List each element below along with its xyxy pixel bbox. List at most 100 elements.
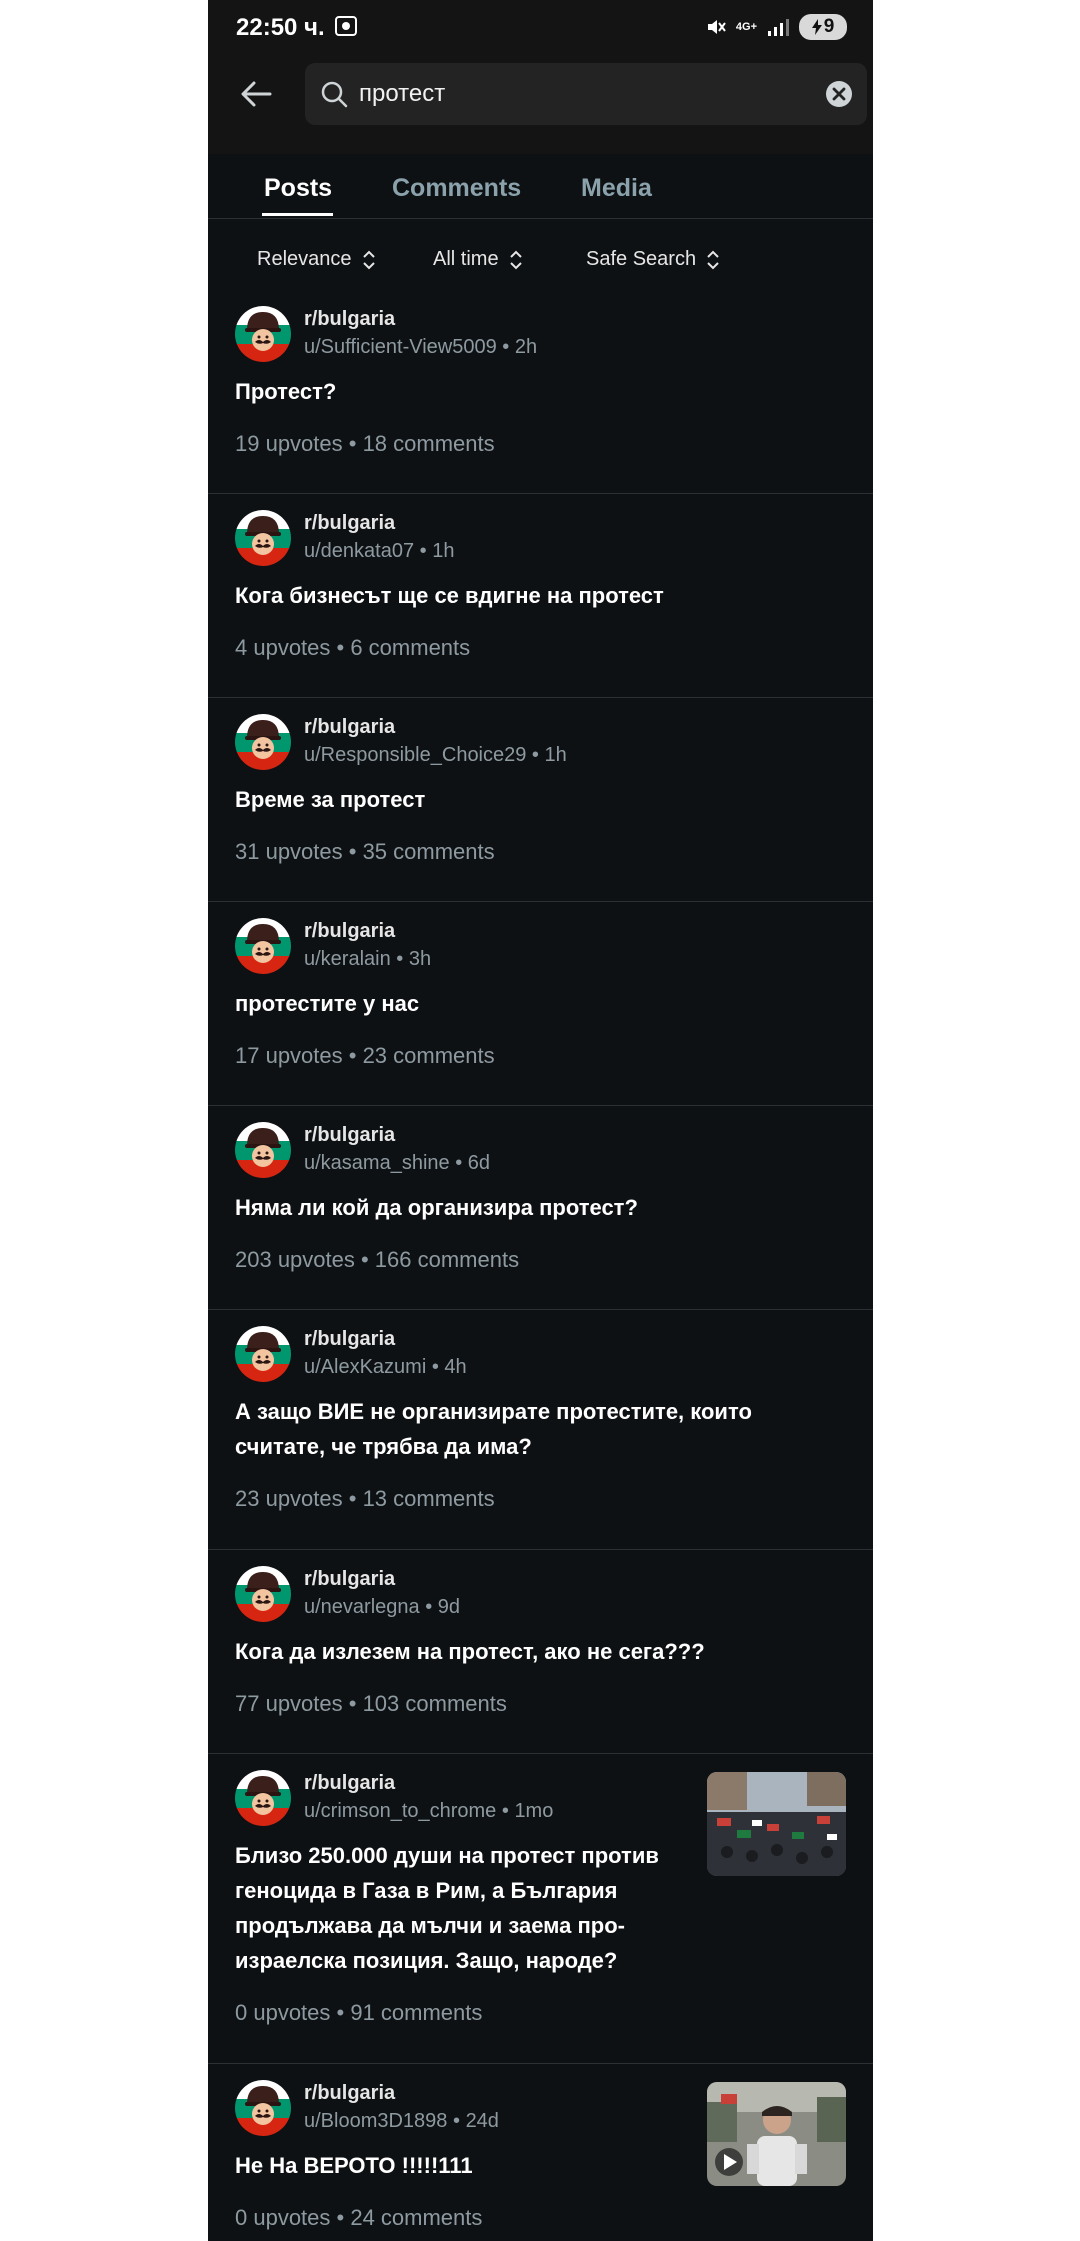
charging-icon: [811, 19, 822, 35]
post-item[interactable]: r/bulgaria u/Sufficient-View5009 • 2h Прот…: [208, 290, 873, 494]
post-age: 6d: [467, 1152, 491, 1174]
post-item[interactable]: r/bulgaria u/Bloom3D1898 • 24d Не На ВЕРОТ…: [208, 2064, 873, 2241]
post-item[interactable]: r/bulgaria u/keralain • 3h протестите у на…: [208, 902, 873, 1106]
post-subreddit[interactable]: r/bulgaria: [304, 920, 395, 943]
tab-comments[interactable]: Comments: [392, 174, 521, 203]
post-subreddit[interactable]: r/bulgaria: [304, 1124, 395, 1147]
post-author[interactable]: u/denkata07: [304, 540, 414, 562]
post-age: 1mo: [514, 1800, 554, 1822]
post-subreddit[interactable]: r/bulgaria: [304, 1772, 395, 1795]
post-author[interactable]: u/crimson_to_chrome: [304, 1800, 496, 1822]
post-meta: u/nevarlegna • 9d: [304, 1596, 460, 1619]
time-filter[interactable]: All time: [433, 248, 523, 271]
meta-separator: •: [496, 1800, 515, 1822]
post-author[interactable]: u/Responsible_Choice29: [304, 744, 526, 766]
post-stats: 4 upvotes • 6 comments: [235, 635, 471, 660]
battery-level: 9: [823, 16, 835, 37]
post-stats: 0 upvotes • 91 comments: [235, 2000, 483, 2025]
post-meta: u/AlexKazumi • 4h: [304, 1356, 467, 1379]
mute-icon: [707, 20, 726, 34]
post-author[interactable]: u/kasama_shine: [304, 1152, 450, 1174]
app-screen: 22:50 ч. 4G+ 9 протест Posts Comments Me…: [208, 0, 873, 2241]
post-title[interactable]: А защо ВИЕ не организирате протестите, к…: [235, 1394, 835, 1464]
post-subreddit[interactable]: r/bulgaria: [304, 716, 395, 739]
post-subreddit[interactable]: r/bulgaria: [304, 2082, 395, 2105]
battery-indicator: 9: [799, 14, 847, 40]
post-meta: u/kasama_shine • 6d: [304, 1152, 490, 1175]
safe-search-chevron-icon: [707, 250, 719, 269]
subreddit-avatar[interactable]: [235, 306, 291, 362]
sort-filter[interactable]: Relevance: [257, 248, 376, 271]
post-age: 2h: [514, 336, 538, 358]
post-title[interactable]: Време за протест: [235, 782, 835, 817]
screen-record-icon: [335, 16, 357, 36]
subreddit-avatar-art: [235, 510, 291, 566]
meta-separator: •: [449, 1152, 468, 1174]
post-meta: u/Bloom3D1898 • 24d: [304, 2110, 499, 2133]
post-stats: 19 upvotes • 18 comments: [235, 431, 495, 456]
post-title[interactable]: Кога да излезем на протест, ако не сега?…: [235, 1634, 835, 1669]
post-stats: 203 upvotes • 166 comments: [235, 1247, 520, 1272]
search-header: протест: [208, 56, 873, 154]
post-stats: 23 upvotes • 13 comments: [235, 1486, 495, 1511]
post-title[interactable]: Не На ВЕРОТО !!!!!111: [235, 2148, 705, 2183]
post-subreddit[interactable]: r/bulgaria: [304, 512, 395, 535]
subreddit-avatar-art: [235, 2080, 291, 2136]
subreddit-avatar[interactable]: [235, 510, 291, 566]
post-item[interactable]: r/bulgaria u/nevarlegna • 9d Кога да излез…: [208, 1550, 873, 1754]
subreddit-avatar[interactable]: [235, 714, 291, 770]
post-stats: 77 upvotes • 103 comments: [235, 1691, 507, 1716]
back-arrow-icon[interactable]: [238, 76, 274, 112]
post-title[interactable]: Няма ли кой да организира протест?: [235, 1190, 835, 1225]
post-age: 24d: [465, 2110, 499, 2132]
search-input[interactable]: протест: [305, 63, 867, 125]
post-item[interactable]: r/bulgaria u/Responsible_Choice29 • 1h Вре…: [208, 698, 873, 902]
post-author[interactable]: u/Sufficient-View5009: [304, 336, 497, 358]
network-type: 4G+: [735, 21, 757, 33]
subreddit-avatar[interactable]: [235, 2080, 291, 2136]
post-subreddit[interactable]: r/bulgaria: [304, 308, 395, 331]
post-item[interactable]: r/bulgaria u/denkata07 • 1h Кога бизнесът …: [208, 494, 873, 698]
status-time: 22:50 ч.: [236, 14, 325, 41]
post-title[interactable]: Близо 250.000 души на протест против ген…: [235, 1838, 705, 1978]
subreddit-avatar-art: [235, 918, 291, 974]
post-author[interactable]: u/Bloom3D1898: [304, 2110, 447, 2132]
post-subreddit[interactable]: r/bulgaria: [304, 1328, 395, 1351]
time-chevron-icon: [509, 250, 522, 269]
meta-separator: •: [447, 2110, 466, 2132]
tab-posts[interactable]: Posts: [264, 174, 332, 203]
subreddit-avatar[interactable]: [235, 1122, 291, 1178]
subreddit-avatar-art: [235, 714, 291, 770]
post-author[interactable]: u/keralain: [304, 948, 391, 970]
post-age: 4h: [444, 1356, 467, 1378]
meta-separator: •: [426, 1356, 445, 1378]
post-title[interactable]: протестите у нас: [235, 986, 835, 1021]
post-stats: 17 upvotes • 23 comments: [235, 1043, 495, 1068]
subreddit-avatar-art: [235, 1326, 291, 1382]
post-age: 1h: [432, 540, 455, 562]
post-author[interactable]: u/nevarlegna: [304, 1596, 420, 1618]
post-author[interactable]: u/AlexKazumi: [304, 1356, 426, 1378]
subreddit-avatar[interactable]: [235, 1326, 291, 1382]
post-title[interactable]: Протест?: [235, 374, 835, 409]
post-age: 1h: [544, 744, 567, 766]
post-item[interactable]: r/bulgaria u/AlexKazumi • 4h А защо ВИЕ не…: [208, 1310, 873, 1550]
meta-separator: •: [419, 1596, 438, 1618]
post-item[interactable]: r/bulgaria u/crimson_to_chrome • 1mo Близо…: [208, 1754, 873, 2064]
post-meta: u/Responsible_Choice29 • 1h: [304, 744, 567, 767]
subreddit-avatar[interactable]: [235, 1770, 291, 1826]
post-subreddit[interactable]: r/bulgaria: [304, 1568, 395, 1591]
post-image-thumbnail[interactable]: [707, 1772, 846, 1876]
subreddit-avatar[interactable]: [235, 918, 291, 974]
post-title[interactable]: Кога бизнесът ще се вдигне на протест: [235, 578, 835, 613]
sort-chevron-icon: [362, 250, 375, 269]
clear-search-icon[interactable]: [825, 80, 853, 108]
post-stats: 0 upvotes • 24 comments: [235, 2205, 483, 2230]
meta-separator: •: [496, 336, 515, 358]
search-query: протест: [359, 80, 446, 107]
subreddit-avatar[interactable]: [235, 1566, 291, 1622]
post-video-thumbnail[interactable]: [707, 2082, 846, 2186]
tab-media[interactable]: Media: [581, 174, 652, 203]
post-item[interactable]: r/bulgaria u/kasama_shine • 6d Няма ли кой…: [208, 1106, 873, 1310]
safe-search-filter[interactable]: Safe Search: [586, 248, 720, 271]
